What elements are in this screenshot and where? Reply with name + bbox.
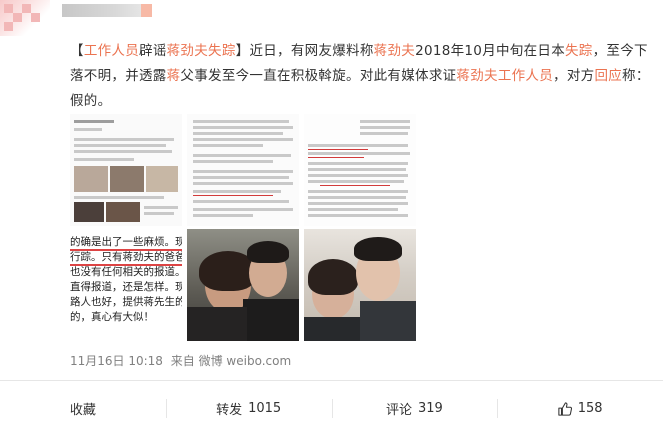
post-image-5[interactable]	[187, 229, 299, 341]
keyword-link[interactable]: 失踪	[565, 43, 593, 59]
post-image-4[interactable]: 的确是出了一些麻烦。现在 行踪。只有蒋劲夫的爸爸在积 也没有任何相关的报道。不 …	[70, 229, 182, 341]
weibo-post-card: 【工作人员辟谣蒋劲夫失踪】近日，有网友爆料称蒋劲夫2018年10月中旬在日本失踪…	[0, 0, 663, 436]
post-header	[0, 0, 663, 36]
post-text-segment: 父事发至今一直在积极斡旋。对此有媒体求证	[180, 68, 457, 84]
username-redacted[interactable]	[62, 4, 152, 17]
comment-button[interactable]: 评论 319	[331, 381, 498, 436]
post-text-segment: 近日，有网友爆料称	[249, 43, 374, 59]
verified-badge-icon	[141, 4, 152, 17]
image-4-highlight	[70, 249, 182, 266]
like-count: 158	[577, 401, 603, 416]
hashtag-link[interactable]: 工作人员辟谣蒋劲夫失踪	[84, 43, 236, 59]
post-image-6[interactable]	[304, 229, 416, 341]
post-text-segment: 2018年10月中旬在日本	[415, 43, 565, 59]
favorite-label: 收藏	[69, 403, 96, 418]
action-bar: 收藏 转发 1015 评论 319 158	[0, 381, 663, 436]
favorite-button[interactable]: 收藏	[0, 381, 166, 436]
repost-label: 转发	[216, 403, 243, 418]
post-meta: 11月16日 10:18 来自 微博 weibo.com	[70, 352, 291, 369]
thumbs-up-icon	[558, 401, 572, 416]
post-image-1[interactable]	[70, 114, 182, 226]
post-image-2[interactable]	[187, 114, 299, 226]
bracket-open: 【	[70, 43, 84, 59]
keyword-link[interactable]: 蒋劲夫	[456, 68, 497, 84]
keyword-link[interactable]: 蒋劲夫	[374, 43, 415, 59]
post-image-3[interactable]	[304, 114, 416, 226]
post-source[interactable]: 微博 weibo.com	[199, 354, 292, 368]
keyword-link[interactable]: 回应	[594, 68, 622, 84]
repost-button[interactable]: 转发 1015	[165, 381, 332, 436]
post-timestamp[interactable]: 11月16日 10:18	[70, 354, 163, 368]
comment-label: 评论	[385, 403, 412, 418]
source-prefix: 来自	[170, 354, 195, 368]
keyword-link[interactable]: 工作人员	[498, 68, 553, 84]
post-text-segment: ，对方	[553, 68, 595, 84]
repost-count: 1015	[248, 401, 282, 416]
post-body-text: 【工作人员辟谣蒋劲夫失踪】近日，有网友爆料称蒋劲夫2018年10月中旬在日本失踪…	[70, 39, 650, 114]
keyword-link[interactable]: 蒋	[167, 68, 181, 84]
like-button[interactable]: 158	[497, 381, 663, 436]
bracket-close: 】	[235, 43, 250, 59]
comment-count: 319	[417, 401, 443, 416]
avatar[interactable]	[0, 0, 50, 36]
